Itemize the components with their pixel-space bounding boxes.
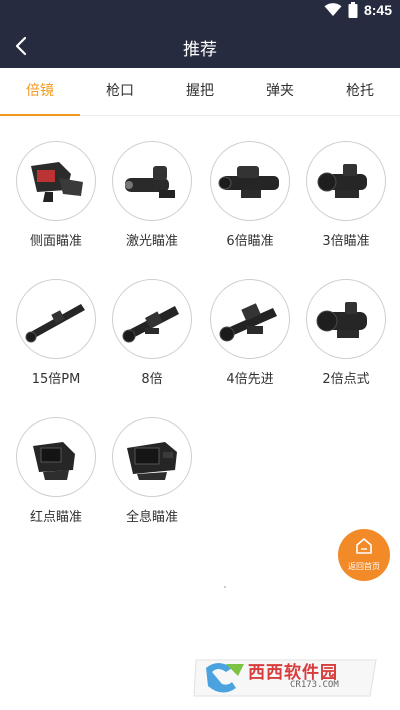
6x-scope-icon [218, 166, 279, 198]
tab-muzzle[interactable]: 枪口 [80, 68, 160, 116]
item-thumb [112, 279, 192, 359]
tab-grip[interactable]: 握把 [160, 68, 240, 116]
status-icons: 8:45 [324, 2, 392, 18]
item-thumb [210, 279, 290, 359]
item-thumb [112, 141, 192, 221]
holographic-sight-icon [127, 442, 177, 480]
item-thumb [16, 417, 96, 497]
item-label: 8倍 [141, 372, 163, 387]
battery-icon [348, 2, 358, 18]
nav-bar: 推荐 [0, 24, 400, 68]
status-bar: 8:45 [0, 0, 400, 24]
side-scope-icon [31, 162, 83, 202]
divider-dot [224, 586, 226, 588]
page-title: 推荐 [183, 40, 217, 60]
grid-item-15x-scope[interactable]: 15倍PM [8, 279, 104, 387]
tab-magazine[interactable]: 弹夹 [240, 68, 320, 116]
status-time: 8:45 [363, 2, 392, 18]
item-label: 2倍点式 [322, 372, 370, 387]
home-button-label: 返回首页 [348, 562, 380, 571]
tab-stock[interactable]: 枪托 [320, 68, 400, 116]
item-thumb [306, 279, 386, 359]
laser-sight-icon [125, 166, 175, 198]
item-label: 红点瞄准 [29, 510, 82, 525]
wifi-icon [324, 3, 342, 16]
8x-scope-icon [122, 306, 179, 343]
item-label: 15倍PM [31, 372, 81, 387]
red-dot-sight-icon [33, 442, 75, 480]
grid-item-red-dot[interactable]: 红点瞄准 [8, 417, 104, 525]
2x-scope-icon [316, 302, 367, 338]
grid-item-side-scope[interactable]: 侧面瞄准 [8, 141, 104, 249]
item-thumb [16, 279, 96, 359]
item-label: 全息瞄准 [125, 510, 178, 525]
item-label: 4倍先进 [226, 372, 274, 387]
item-thumb [210, 141, 290, 221]
grid-item-holographic[interactable]: 全息瞄准 [104, 417, 200, 525]
15x-scope-icon [25, 304, 85, 343]
item-thumb [306, 141, 386, 221]
3x-scope-icon [317, 164, 367, 198]
home-icon [356, 538, 372, 554]
item-label: 3倍瞄准 [322, 234, 370, 249]
category-tabs: 倍镜 枪口 握把 弹夹 枪托 [0, 68, 400, 116]
home-button[interactable]: 返回首页 [338, 529, 390, 581]
item-label: 6倍瞄准 [226, 234, 274, 249]
item-thumb [16, 141, 96, 221]
watermark: 西西软件园 CR173.COM [192, 654, 382, 700]
grid-item-laser-sight[interactable]: 激光瞄准 [104, 141, 200, 249]
grid-item-8x-scope[interactable]: 8倍 [104, 279, 200, 387]
item-thumb [112, 417, 192, 497]
grid-item-6x-scope[interactable]: 6倍瞄准 [202, 141, 298, 249]
grid-item-2x-scope[interactable]: 2倍点式 [298, 279, 394, 387]
item-label: 侧面瞄准 [29, 234, 82, 249]
grid-item-3x-scope[interactable]: 3倍瞄准 [298, 141, 394, 249]
tab-scopes[interactable]: 倍镜 [0, 68, 80, 116]
watermark-sub: CR173.COM [290, 680, 339, 690]
item-label: 激光瞄准 [125, 234, 178, 249]
grid-item-4x-scope[interactable]: 4倍先进 [202, 279, 298, 387]
4x-scope-icon [219, 303, 277, 342]
